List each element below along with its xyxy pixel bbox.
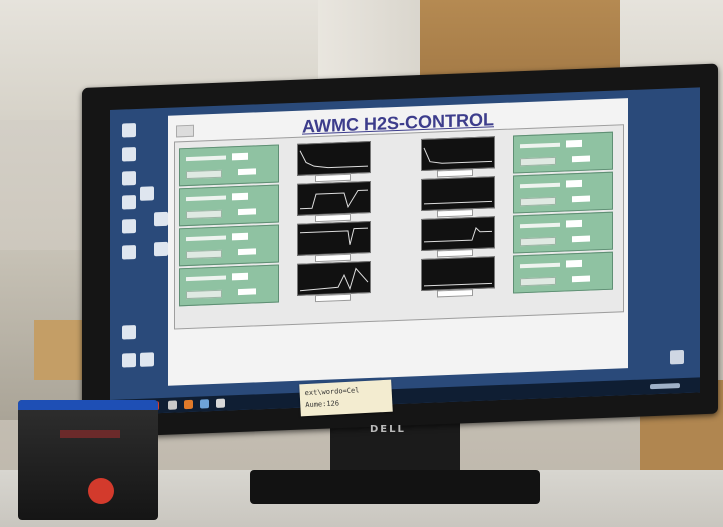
desktop-icon[interactable] [122,325,136,340]
panel-button[interactable] [186,209,222,220]
graph-control[interactable] [437,209,473,218]
panel-button[interactable] [186,169,222,180]
sensor-graph [421,216,495,252]
sensor-panel[interactable] [179,224,279,267]
device-display [60,430,120,438]
desktop-icon[interactable] [122,219,136,234]
taskbar-app-icon[interactable] [200,399,209,409]
sensor-panel[interactable] [179,144,279,187]
desktop-icon[interactable] [140,186,154,201]
taskbar-app-icon[interactable] [168,400,177,410]
graph-control[interactable] [437,249,473,258]
panel-button[interactable] [520,196,556,207]
desktop-icon[interactable] [122,195,136,210]
graph-control[interactable] [437,169,473,178]
graph-control[interactable] [315,293,351,303]
desktop-icon[interactable] [122,245,136,260]
desktop-icon[interactable] [122,147,136,162]
panel-button[interactable] [520,236,556,247]
panel-button[interactable] [186,289,222,300]
graph-control[interactable] [315,173,351,183]
app-window[interactable]: AWMC H2S-CONTROL [168,98,628,386]
sensor-graph [421,256,495,292]
sensor-graph [297,220,371,256]
sensor-panel[interactable] [179,264,279,307]
control-device [18,400,158,520]
graph-control[interactable] [315,213,351,223]
desktop-icon[interactable] [122,123,136,138]
monitor-stand-base [250,470,540,504]
sensor-panel[interactable] [513,211,613,254]
desktop-icon[interactable] [122,171,136,186]
panel-button[interactable] [520,156,556,167]
sensor-graph [421,136,495,172]
sensor-graph [421,176,495,212]
taskbar-app-icon[interactable] [216,398,225,408]
sensor-graph [297,140,371,176]
sensor-panel[interactable] [513,171,613,214]
graph-control[interactable] [437,289,473,298]
sensor-panel[interactable] [513,251,613,294]
graph-control[interactable] [315,253,351,263]
sensor-graph [297,260,371,296]
sticky-note: ext\wordo=Cel Aume:126 [299,379,393,417]
panel-button[interactable] [186,249,222,260]
clock-icon[interactable] [650,383,680,390]
monitor-screen: AWMC H2S-CONTROL [110,87,700,416]
monitor-logo: DELL [370,424,406,435]
desktop-icon[interactable] [140,352,154,367]
sensor-graph [297,180,371,216]
taskbar-app-icon[interactable] [184,399,193,410]
app-frame [174,124,624,330]
desktop-icon[interactable] [154,211,168,227]
sensor-panel[interactable] [513,131,613,174]
desktop-icon[interactable] [154,241,168,257]
desktop-gadget-icon[interactable] [670,349,684,365]
panel-button[interactable] [520,276,556,287]
device-blue-strip [18,400,158,410]
sensor-panel[interactable] [179,184,279,227]
note-line-1: ext\wordo=Cel [304,386,360,398]
note-line-2: Aume:126 [305,399,340,410]
desktop-icon[interactable] [122,353,136,368]
device-red-button[interactable] [88,478,114,504]
